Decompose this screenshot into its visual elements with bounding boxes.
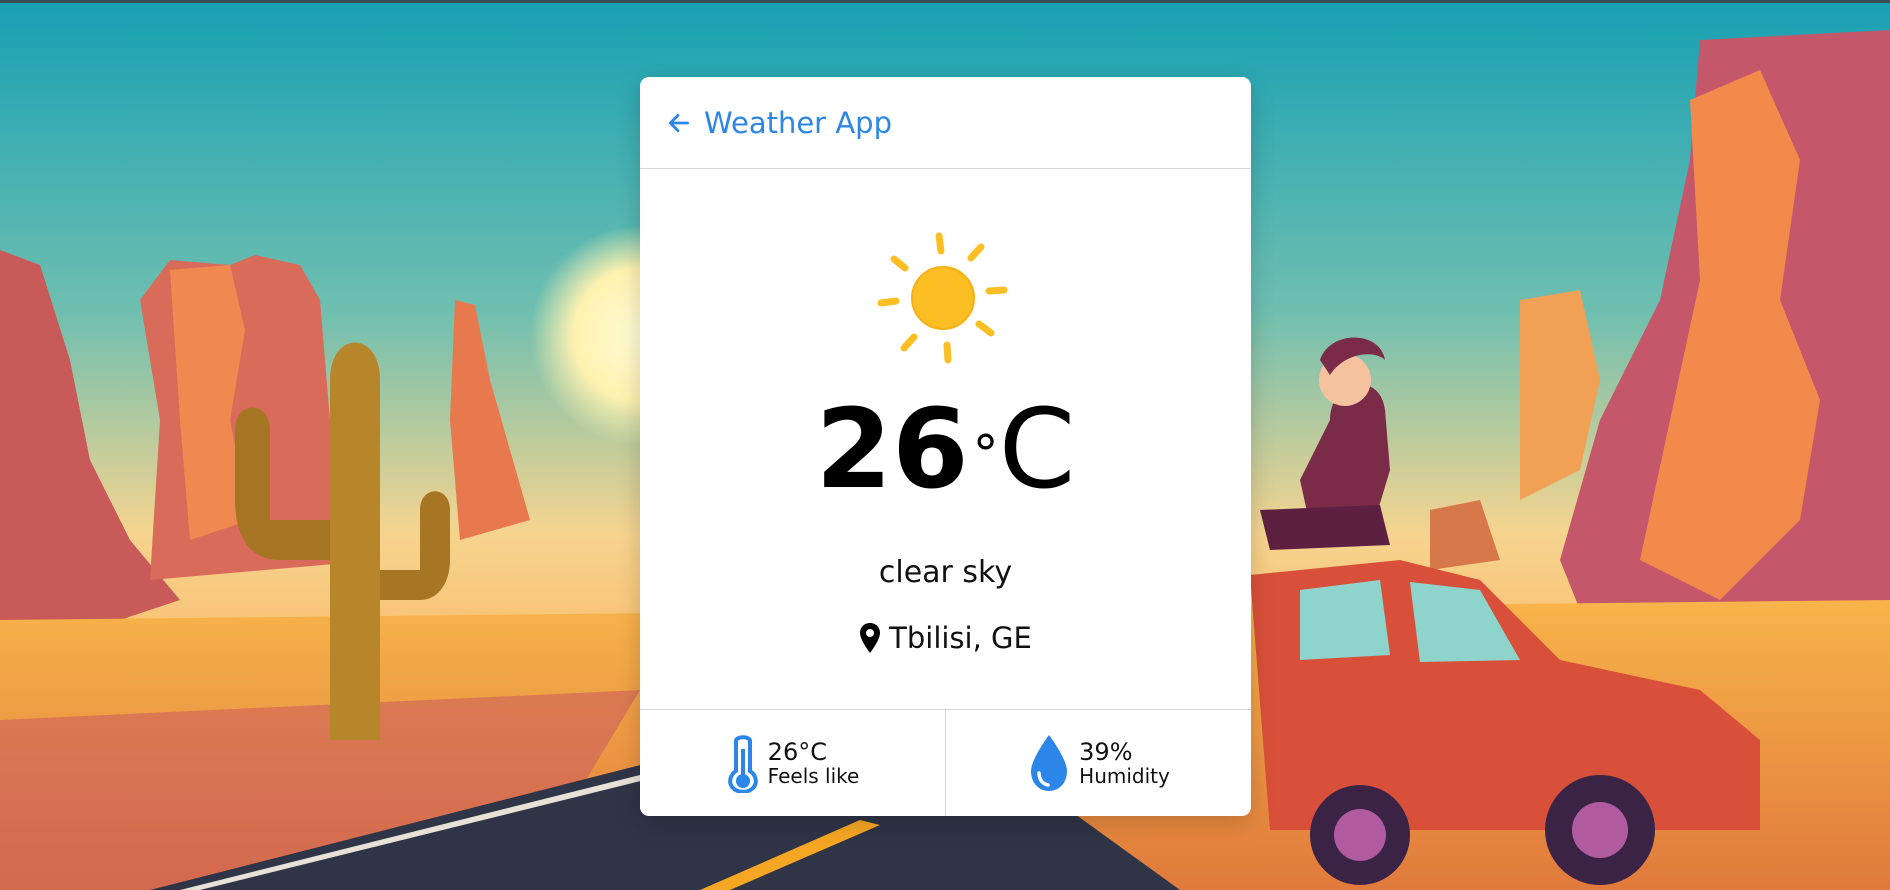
feels-like-label: Feels like: [767, 764, 860, 789]
weather-stats: 26°C Feels like 39% Humidity: [640, 710, 1251, 816]
app-title: Weather App: [704, 105, 892, 140]
feels-like-stat: 26°C Feels like: [640, 710, 945, 816]
temperature-value: 26: [815, 385, 969, 513]
temperature-unit: C: [998, 385, 1076, 513]
sun-icon: [877, 232, 1008, 364]
humidity-label: Humidity: [1079, 764, 1170, 789]
location: Tbilisi, GE: [640, 621, 1251, 655]
humidity-value: 39%: [1079, 737, 1133, 766]
water-drop-icon: [1031, 735, 1068, 791]
location-name: Tbilisi, GE: [889, 621, 1032, 655]
feels-like-value: 26°C: [767, 737, 827, 766]
weather-card: Weather App 26°C clear sky Tbilisi, GE 2…: [640, 77, 1251, 816]
map-pin-icon: [860, 623, 881, 653]
back-button[interactable]: Weather App: [666, 106, 892, 140]
humidity-stat: 39% Humidity: [945, 710, 1251, 816]
arrow-left-icon[interactable]: [666, 110, 692, 136]
weather-description: clear sky: [878, 555, 1013, 590]
weather-main: 26°C clear sky Tbilisi, GE: [640, 169, 1251, 710]
card-header: Weather App: [640, 77, 1251, 169]
thermometer-icon: [727, 735, 758, 793]
degree-symbol: °: [972, 425, 999, 485]
temperature: 26°C: [640, 394, 1251, 504]
